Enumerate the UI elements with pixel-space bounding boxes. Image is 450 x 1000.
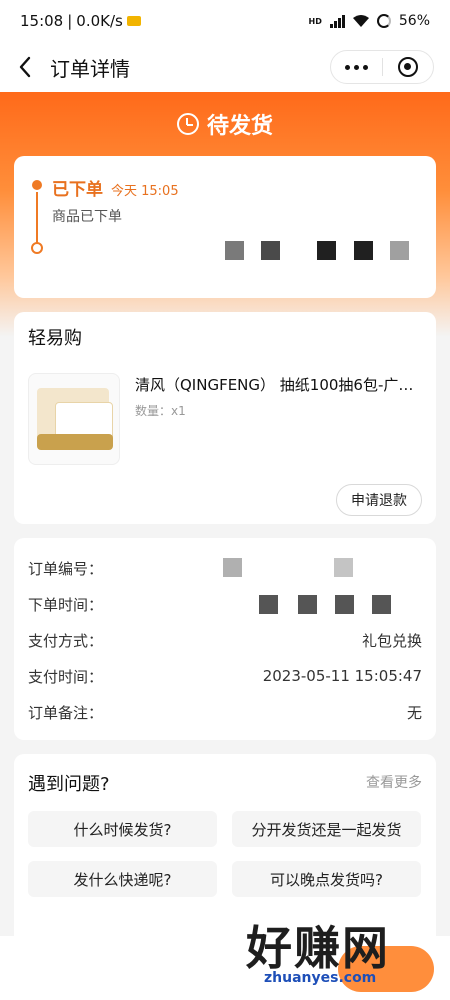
- faq-question-button[interactable]: 可以晚点发货吗?: [232, 861, 421, 897]
- info-label: 支付方式：: [28, 631, 104, 650]
- order-time-row: 下单时间：: [28, 594, 422, 614]
- product-image[interactable]: [28, 373, 120, 465]
- redacted-block: [390, 241, 409, 260]
- battery-icon: [376, 14, 391, 28]
- faq-question-button[interactable]: 发什么快递呢?: [28, 861, 217, 897]
- notification-icon: [126, 16, 141, 26]
- timeline-status: 已下单: [52, 180, 103, 200]
- info-value: 2023-05-11 15:05:47: [262, 667, 422, 685]
- timeline-card: 已下单 今天 15:05 商品已下单: [14, 156, 436, 298]
- wifi-icon: [352, 15, 369, 27]
- product-card: 轻易购 清风（QINGFENG） 抽纸100抽6包-广… 数量：x1 申请退款: [14, 312, 436, 524]
- timeline-dot: [31, 242, 43, 254]
- more-dots-icon: [344, 64, 368, 70]
- status-bar: 15:08 | 0.0K/s HD 56%: [0, 0, 450, 42]
- refund-button[interactable]: 申请退款: [336, 484, 422, 516]
- info-label: 下单时间：: [28, 595, 104, 614]
- redacted-block: [225, 241, 244, 260]
- battery-level: 56%: [398, 13, 430, 29]
- order-note-row: 订单备注： 无: [28, 702, 422, 722]
- order-status: 待发货: [0, 104, 450, 144]
- payment-time-row: 支付时间： 2023-05-11 15:05:47: [28, 666, 422, 686]
- watermark-logo: 好赚网 zhuanyes.com: [246, 912, 442, 996]
- status-time: 15:08: [20, 12, 64, 30]
- redacted-block: [354, 241, 373, 260]
- redacted-block: [298, 595, 317, 614]
- redacted-block: [335, 595, 354, 614]
- info-label: 支付时间：: [28, 667, 104, 686]
- redacted-block: [317, 241, 336, 260]
- product-quantity: 数量：x1: [135, 404, 186, 418]
- faq-question-button[interactable]: 分开发货还是一起发货: [232, 811, 421, 847]
- timeline-description: 商品已下单: [52, 209, 122, 225]
- redacted-block: [259, 595, 278, 614]
- shop-name: 轻易购: [28, 328, 82, 349]
- back-button[interactable]: [0, 42, 50, 92]
- timeline-time: 今天 15:05: [111, 184, 179, 199]
- redacted-block: [372, 595, 391, 614]
- target-icon: [397, 57, 418, 77]
- product-name[interactable]: 清风（QINGFENG） 抽纸100抽6包-广…: [135, 374, 425, 395]
- nav-bar: 订单详情: [0, 42, 450, 92]
- page-title: 订单详情: [50, 56, 130, 81]
- info-value: 礼包兑换: [361, 631, 422, 650]
- timeline-dot-active: [32, 180, 42, 190]
- info-label: 订单备注：: [28, 703, 104, 722]
- mini-program-capsule: [330, 50, 434, 84]
- faq-question-button[interactable]: 什么时候发货?: [28, 811, 217, 847]
- order-info-card: 订单编号： 下单时间： 支付方式： 礼包兑换 支付时间： 2023-05-11 …: [14, 538, 436, 740]
- redacted-block: [261, 241, 280, 260]
- faq-title: 遇到问题?: [28, 774, 110, 795]
- watermark-sub: zhuanyes.com: [264, 970, 377, 986]
- faq-more-link[interactable]: 查看更多: [366, 772, 422, 792]
- timeline-line: [36, 192, 38, 244]
- network-speed: 0.0K/s: [76, 12, 123, 30]
- chevron-left-icon: [19, 56, 31, 78]
- product-pack: [37, 434, 113, 450]
- signal-icon: [329, 14, 345, 28]
- close-button[interactable]: [383, 51, 434, 83]
- info-label: 订单编号：: [28, 559, 104, 578]
- redacted-block: [223, 558, 242, 577]
- info-value: 无: [406, 703, 422, 722]
- hd-tag: HD: [308, 16, 322, 26]
- order-status-label: 待发货: [206, 114, 273, 139]
- more-button[interactable]: [331, 51, 382, 83]
- redacted-block: [334, 558, 353, 577]
- timeline-header: 已下单 今天 15:05: [52, 175, 179, 200]
- watermark-main: 好赚网: [246, 921, 390, 975]
- payment-method-row: 支付方式： 礼包兑换: [28, 630, 422, 650]
- status-separator: |: [67, 12, 73, 30]
- clock-icon: [176, 113, 199, 135]
